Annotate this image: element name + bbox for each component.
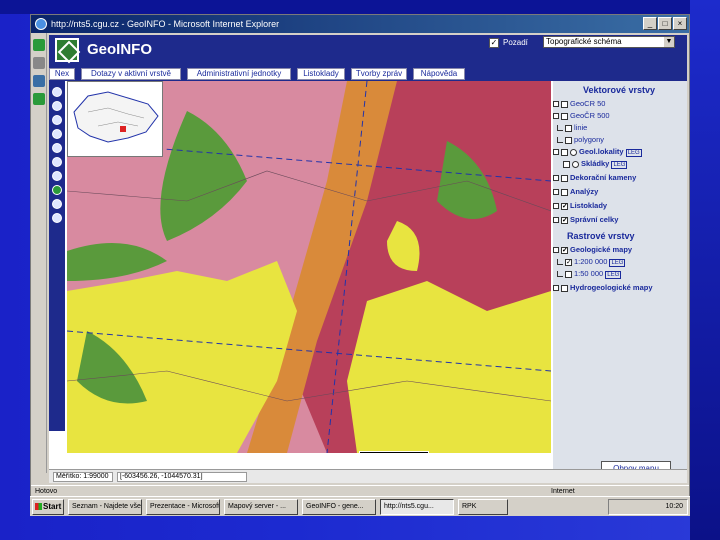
previous-view-icon[interactable] [52,157,62,167]
measure-icon[interactable] [52,171,62,181]
forward-icon[interactable] [33,57,45,69]
ie-explorer-bar [31,33,47,473]
taskbar: Start Seznam - Najdete vše Prezentace - … [30,496,690,516]
vector-layers-heading: Vektorové vrstvy [583,85,656,95]
background-select-value: Topografické schéma [546,37,622,46]
window-title: http://nts5.cgu.cz - GeoINFO - Microsoft… [51,19,280,29]
map-tools [49,81,65,431]
taskbar-item-geoinfo[interactable]: GeoINFO - gene... [302,499,376,515]
geological-map[interactable] [67,81,551,453]
layer-dekoracni-kameny[interactable]: Dekorační kameny [553,173,636,182]
layer-listoklady[interactable]: ✓ Listoklady [553,201,607,210]
layer-skladky[interactable]: Skládky LEG [563,159,628,170]
refresh-icon[interactable] [33,93,45,105]
window-title-bar: http://nts5.cgu.cz - GeoINFO - Microsoft… [31,15,689,33]
legend-button[interactable]: LEG [625,149,642,157]
tab-nex[interactable]: Nex [49,68,75,80]
layer-geocr500[interactable]: GeoČR 500 [553,111,610,120]
pan-icon[interactable] [52,129,62,139]
tab-administrativni-jednotky[interactable]: Administrativní jednotky [187,68,291,80]
locate-icon[interactable] [52,185,62,195]
geoinfo-logo-icon [55,38,79,62]
maximize-button[interactable]: □ [658,17,672,30]
taskbar-item-mapovy-server[interactable]: Mapový server - ... [224,499,298,515]
app-statusbar: Měřítko: 1:99000 [-603456.26, -1044570.3… [49,469,687,483]
raster-layers-heading: Rastrové vrstvy [567,231,635,241]
copyright: © Czech Geological Survey 2004 [55,459,173,468]
browser-window: http://nts5.cgu.cz - GeoINFO - Microsoft… [30,14,690,514]
taskbar-item-seznam[interactable]: Seznam - Najdete vše [68,499,142,515]
layer-200k[interactable]: ✓ 1:200 000 LEG [557,257,626,268]
taskbar-item-nts5[interactable]: http://nts5.cgu... [380,499,454,515]
pozadi-checkbox[interactable]: ✓ [489,38,499,48]
overview-map[interactable] [67,81,163,157]
layer-polygony[interactable]: polygony [557,135,604,144]
pozadi-label: Pozadí [503,38,528,47]
layer-spravni-celky[interactable]: ✓ Správní celky [553,215,618,224]
back-icon[interactable] [33,39,45,51]
tab-listoklady[interactable]: Listoklady [297,68,345,80]
layer-geocr50[interactable]: GeoCR 50 [553,99,605,108]
layer-analyzy[interactable]: Analýzy [553,187,598,196]
coordinates-field: [-603456.26, -1044570.31] [117,472,247,482]
legend-button[interactable]: LEG [611,161,628,169]
layer-panel: Vektorové vrstvy GeoCR 50 GeoČR 500 lini… [553,81,687,477]
chevron-down-icon[interactable]: ▼ [664,37,674,47]
slide-top-bar [0,0,720,14]
layer-hydrogeologicke-mapy[interactable]: Hydrogeologické mapy [553,283,653,292]
ie-logo-icon [35,18,47,30]
print-icon[interactable] [52,213,62,223]
layer-geologicke-mapy[interactable]: ✓ Geologické mapy [553,245,632,254]
scale-bar [359,451,429,454]
layer-50k[interactable]: 1:50 000 LEG [557,269,622,280]
layer-geol-lokality[interactable]: Geol.lokality LEG [553,147,642,158]
tray-clock: 10:20 [665,503,683,510]
geoinfo-app: GeoINFO ✓ Pozadí Topografické schéma ▼ N… [49,35,687,477]
app-header: GeoINFO ✓ Pozadí Topografické schéma ▼ [49,35,687,67]
system-tray: 10:20 [608,499,688,515]
close-button[interactable]: × [673,17,687,30]
taskbar-item-prezentace[interactable]: Prezentace - Microsoft [146,499,220,515]
info-icon[interactable] [52,199,62,209]
search-icon[interactable] [33,75,45,87]
zoom-out-icon[interactable] [52,101,62,111]
start-button[interactable]: Start [32,499,64,515]
background-select[interactable]: Topografické schéma ▼ [543,36,675,48]
czech-republic-outline [73,91,159,143]
scale-field: Měřítko: 1:99000 [53,472,113,482]
menu-tabs: Nex Dotazy v aktivní vrstvě Administrati… [49,67,687,81]
tab-dotazy[interactable]: Dotazy v aktivní vrstvě [81,68,181,80]
legend-button[interactable]: LEG [609,259,626,267]
current-extent-marker [120,126,126,132]
layer-linie[interactable]: linie [557,123,587,132]
legend-button[interactable]: LEG [605,271,622,279]
zoom-in-icon[interactable] [52,87,62,97]
app-title: GeoINFO [87,41,153,58]
taskbar-item-rpk[interactable]: RPK [458,499,508,515]
minimize-button[interactable]: _ [643,17,657,30]
tab-napoveda[interactable]: Nápověda [413,68,465,80]
full-extent-icon[interactable] [52,143,62,153]
slide-right-bar [690,0,720,540]
tab-tvorby-zprav[interactable]: Tvorby zpráv [351,68,407,80]
zoom-rect-icon[interactable] [52,115,62,125]
